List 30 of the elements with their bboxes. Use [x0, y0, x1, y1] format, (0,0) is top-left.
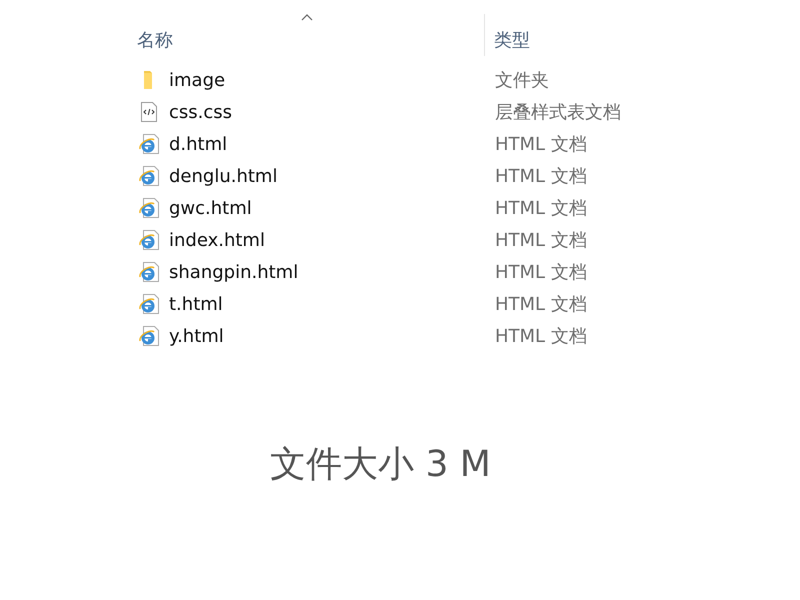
file-name[interactable]: denglu.html [169, 166, 278, 186]
browser-file-icon [138, 229, 160, 251]
name-column-header[interactable]: 名称 [137, 28, 173, 56]
file-type: 层叠样式表文档 [495, 101, 621, 124]
file-name[interactable]: css.css [169, 102, 232, 122]
file-name[interactable]: gwc.html [169, 198, 252, 218]
file-type: HTML 文档 [495, 165, 587, 188]
code-file-icon [138, 101, 160, 123]
file-name[interactable]: shangpin.html [169, 262, 298, 282]
browser-file-icon [138, 197, 160, 219]
folder-icon [144, 71, 152, 89]
file-name[interactable]: t.html [169, 294, 223, 314]
file-size-caption: 文件大小 3 M [270, 443, 491, 487]
browser-file-icon [138, 293, 160, 315]
browser-file-icon [138, 261, 160, 283]
file-type: HTML 文档 [495, 293, 587, 316]
browser-file-icon [138, 165, 160, 187]
file-name[interactable]: index.html [169, 230, 265, 250]
file-type: HTML 文档 [495, 197, 587, 220]
file-name[interactable]: y.html [169, 326, 224, 346]
file-name[interactable]: image [169, 70, 226, 90]
file-type: HTML 文档 [495, 325, 587, 348]
browser-file-icon [138, 325, 160, 347]
file-type: HTML 文档 [495, 229, 587, 252]
browser-file-icon [138, 133, 160, 155]
file-type: 文件夹 [495, 69, 549, 92]
file-type: HTML 文档 [495, 133, 587, 156]
file-type: HTML 文档 [495, 261, 587, 284]
file-name[interactable]: d.html [169, 134, 228, 154]
type-column-header[interactable]: 类型 [494, 28, 530, 56]
